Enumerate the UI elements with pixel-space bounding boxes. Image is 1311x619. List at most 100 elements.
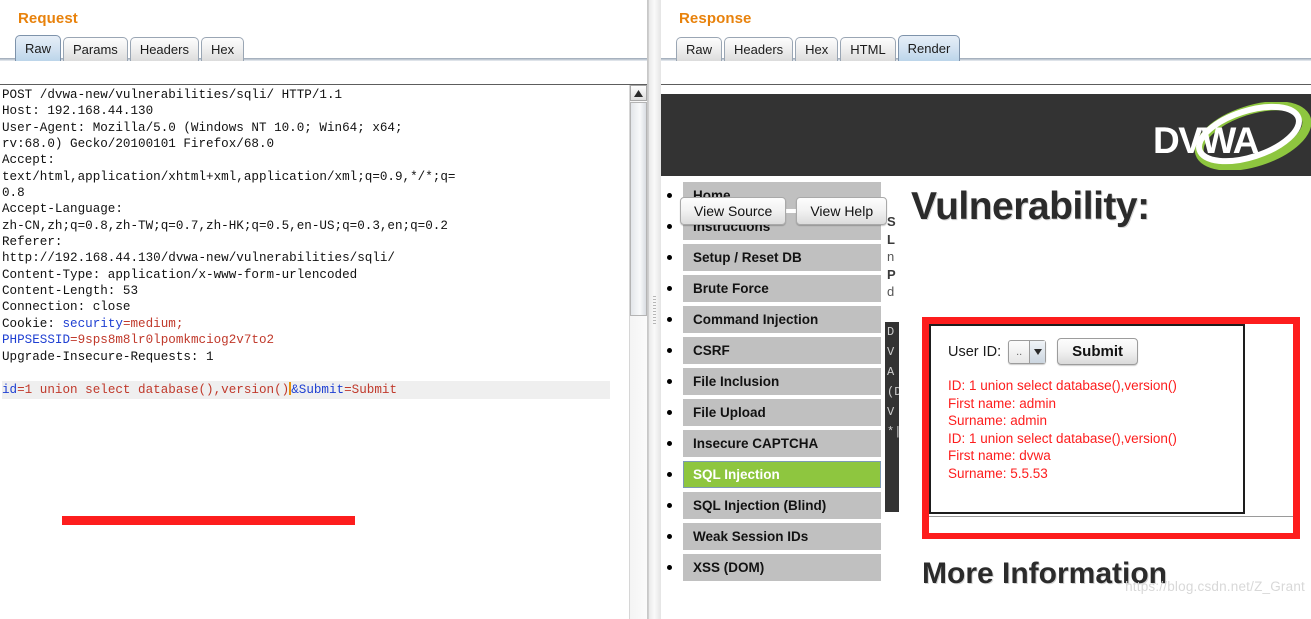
sidebar-item-label: Command Injection — [683, 306, 881, 333]
request-panel: Request Raw Params Headers Hex POST /dvw… — [0, 0, 648, 619]
dvwa-header-banner: DVWA — [661, 94, 1311, 176]
tab-response-headers[interactable]: Headers — [724, 37, 794, 61]
raw-line: http://192.168.44.130/dvwa-new/vulnerabi… — [2, 251, 395, 266]
scroll-up-arrow-icon[interactable] — [630, 85, 647, 101]
sidebar-item-weak-session-ids[interactable]: Weak Session IDs — [661, 523, 881, 550]
sidebar-item-label: File Inclusion — [683, 368, 881, 395]
sidebar-item-file-inclusion[interactable]: File Inclusion — [661, 368, 881, 395]
user-id-form-row: User ID: .. Submit — [931, 326, 1243, 365]
user-id-select[interactable]: .. — [1008, 339, 1047, 364]
dvwa-logo: DVWA — [1145, 102, 1311, 170]
tab-request-params[interactable]: Params — [63, 37, 128, 61]
tab-request-raw[interactable]: Raw — [15, 35, 62, 61]
sidebar-item-file-upload[interactable]: File Upload — [661, 399, 881, 426]
cookie-name-phpsessid: PHPSESSID — [2, 333, 71, 348]
dark-line: *| — [887, 425, 899, 439]
tab-response-render[interactable]: Render — [897, 35, 961, 61]
sidebar-item-brute-force[interactable]: Brute Force — [661, 275, 881, 302]
body-param-value-id: =1 union select database(),version() — [17, 382, 290, 397]
result-line: Surname: admin — [948, 413, 1048, 428]
sidebar-item-xss-dom[interactable]: XSS (DOM) — [661, 554, 881, 581]
dark-line: A — [887, 365, 895, 379]
dvwa-logo-text: DVWA — [1153, 120, 1260, 161]
bullet-icon — [667, 255, 672, 260]
tab-request-headers[interactable]: Headers — [129, 37, 199, 61]
bullet-icon — [667, 193, 672, 198]
sqli-form-box: User ID: .. Submit ID: 1 union select da… — [929, 324, 1245, 514]
raw-line: rv:68.0) Gecko/20100101 Firefox/68.0 — [2, 137, 275, 152]
scrollbar-thumb[interactable] — [630, 102, 647, 316]
tab-response-raw[interactable]: Raw — [676, 37, 723, 61]
response-panel: Response Raw Headers Hex HTML Render DVW… — [661, 0, 1311, 619]
sidebar-item-sql-injection[interactable]: SQL Injection — [661, 461, 881, 488]
form-bottom-divider — [929, 516, 1293, 533]
sidebar-item-label: CSRF — [683, 337, 881, 364]
info-line: n — [887, 249, 895, 264]
request-tabstrip: Raw Params Headers Hex — [0, 32, 647, 61]
page-title: Vulnerability: — [911, 185, 1150, 228]
tab-request-hex[interactable]: Hex — [200, 37, 245, 61]
dvwa-sidebar-menu: Home Instructions Setup / Reset DB Brute… — [661, 182, 881, 585]
dvwa-dark-panel-clipped: D V A (D V *| — [885, 322, 899, 512]
sqli-results-list: ID: 1 union select database(),version() … — [931, 365, 1243, 482]
dark-line: V — [887, 345, 895, 359]
bullet-icon — [667, 286, 672, 291]
raw-line: User-Agent: Mozilla/5.0 (Windows NT 10.0… — [2, 120, 403, 135]
raw-line: zh-CN,zh;q=0.8,zh-TW;q=0.7,zh-HK;q=0.5,e… — [2, 218, 448, 233]
bullet-icon — [667, 441, 672, 446]
tab-response-html[interactable]: HTML — [840, 37, 896, 61]
sidebar-item-label: Insecure CAPTCHA — [683, 430, 881, 457]
dark-line: V — [887, 405, 895, 419]
burp-suite-window: Request Raw Params Headers Hex POST /dvw… — [0, 0, 1311, 619]
sidebar-item-label: Setup / Reset DB — [683, 244, 881, 271]
body-param-name-id: id — [2, 382, 18, 397]
tab-response-hex[interactable]: Hex — [795, 37, 839, 61]
bullet-icon — [667, 534, 672, 539]
red-highlight-underline — [62, 516, 355, 525]
splitter-grip-icon — [653, 296, 656, 324]
cookie-name-security: security — [62, 316, 123, 331]
body-param-value-submit: =Submit — [344, 382, 398, 397]
bullet-icon — [667, 410, 672, 415]
view-help-button[interactable]: View Help — [796, 197, 888, 225]
result-line: Surname: 5.5.53 — [948, 465, 1048, 481]
body-param-name-submit: &Submit — [291, 382, 345, 397]
request-vertical-scrollbar[interactable] — [629, 85, 647, 619]
request-raw-viewer[interactable]: POST /dvwa-new/vulnerabilities/sqli/ HTT… — [0, 84, 647, 619]
bullet-icon — [667, 317, 672, 322]
view-source-button[interactable]: View Source — [680, 197, 787, 225]
cookie-header-label: Cookie: — [2, 316, 63, 331]
request-raw-text[interactable]: POST /dvwa-new/vulnerabilities/sqli/ HTT… — [2, 87, 629, 619]
info-line: S — [887, 214, 896, 229]
raw-line: Accept-Language: — [2, 202, 123, 217]
sidebar-item-label: SQL Injection — [683, 461, 881, 488]
info-line: d — [887, 284, 895, 299]
raw-line: 0.8 — [2, 186, 25, 201]
chevron-down-icon[interactable] — [1029, 340, 1046, 363]
dvwa-action-buttons: View Source View Help — [680, 197, 888, 225]
result-line: First name: dvwa — [948, 448, 1051, 463]
info-line: P — [887, 266, 896, 282]
result-line: First name: admin — [948, 395, 1057, 411]
sidebar-item-label: XSS (DOM) — [683, 554, 881, 581]
sidebar-item-setup-reset-db[interactable]: Setup / Reset DB — [661, 244, 881, 271]
submit-button[interactable]: Submit — [1057, 338, 1139, 365]
sidebar-item-insecure-captcha[interactable]: Insecure CAPTCHA — [661, 430, 881, 457]
info-line: L — [887, 231, 895, 247]
sidebar-item-label: Weak Session IDs — [683, 523, 881, 550]
sidebar-item-sql-injection-blind[interactable]: SQL Injection (Blind) — [661, 492, 881, 519]
result-line: ID: 1 union select database(),version() — [948, 378, 1177, 393]
request-body-line[interactable]: id=1 union select database(),version() &S… — [2, 380, 610, 400]
response-tabstrip: Raw Headers Hex HTML Render — [661, 32, 1311, 61]
raw-line: text/html,application/xhtml+xml,applicat… — [2, 169, 456, 184]
result-line: ID: 1 union select database(),version() — [948, 430, 1177, 446]
sidebar-item-label: File Upload — [683, 399, 881, 426]
dvwa-info-column-clipped: S L n P d — [887, 213, 903, 301]
request-title: Request — [18, 10, 78, 27]
dvwa-main-content: Vulnerability: User ID: .. Submit ID: 1 … — [911, 185, 1311, 619]
sidebar-item-csrf[interactable]: CSRF — [661, 337, 881, 364]
raw-line: POST /dvwa-new/vulnerabilities/sqli/ HTT… — [2, 88, 343, 102]
sidebar-item-command-injection[interactable]: Command Injection — [661, 306, 881, 333]
raw-line: Connection: close — [2, 300, 131, 315]
panel-splitter[interactable] — [648, 0, 662, 619]
